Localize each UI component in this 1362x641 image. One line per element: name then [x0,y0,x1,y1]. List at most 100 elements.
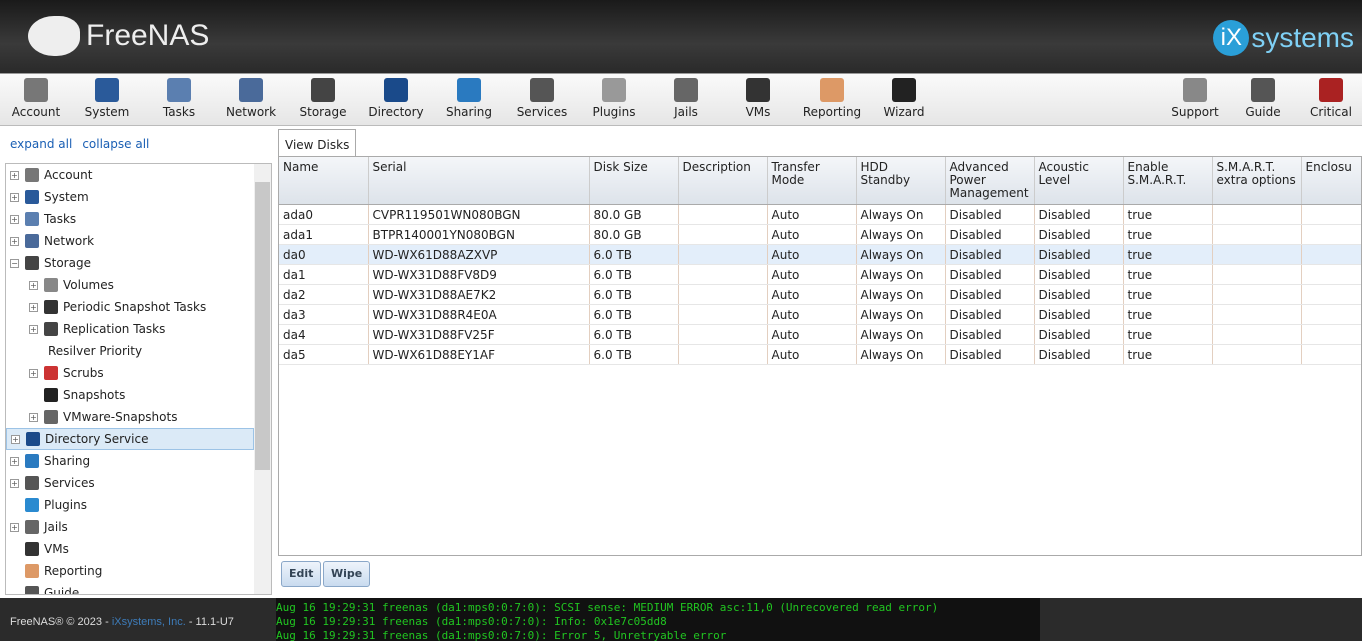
column-header-transfer-mode[interactable]: Transfer Mode [767,157,857,205]
cell-enable-s-m-a-r-t: true [1123,244,1213,265]
expander-icon[interactable]: + [10,522,19,532]
edit-button[interactable]: Edit [281,561,322,587]
expander-icon[interactable]: + [10,214,19,224]
toolbar-critical[interactable]: Critical [1295,78,1362,119]
support-icon [1183,78,1207,102]
table-row[interactable]: da5 WD-WX61D88EY1AF 6.0 TB Auto Always On Dis… [279,344,1361,365]
sidebar-item-reporting[interactable]: Reporting [6,560,254,582]
column-header-hdd-standby[interactable]: HDD Standby [856,157,946,205]
main-panel: View Disks Name Serial Disk Size Descriptio… [278,126,1362,598]
expander-icon[interactable]: + [29,412,38,422]
expander-icon[interactable]: − [10,258,19,268]
sidebar-item-network[interactable]: + Network [6,230,254,252]
expander-icon[interactable]: + [10,236,19,246]
toolbar-sharing[interactable]: Sharing [433,78,505,119]
freenas-logo[interactable]: FreeNAS [28,16,209,56]
cell-name: da5 [279,344,369,365]
expander-icon[interactable]: + [10,170,19,180]
column-header-enable-s-m-a-r-t[interactable]: Enable S.M.A.R.T. [1123,157,1213,205]
expander-icon[interactable]: + [29,324,38,334]
expander-icon[interactable]: + [10,456,19,466]
toolbar-account[interactable]: Account [0,78,72,119]
sidebar-item-directory-service[interactable]: + Directory Service [6,428,254,450]
sidebar-item-services[interactable]: + Services [6,472,254,494]
table-row[interactable]: da2 WD-WX31D88AE7K2 6.0 TB Auto Always On Dis… [279,284,1361,305]
cell-serial: WD-WX31D88R4E0A [368,304,590,325]
sharing-icon [457,78,481,102]
sidebar-item-scrubs[interactable]: + Scrubs [6,362,254,384]
toolbar-services[interactable]: Services [506,78,578,119]
sidebar-item-resilver-priority[interactable]: Resilver Priority [6,340,254,362]
table-row[interactable]: da4 WD-WX31D88FV25F 6.0 TB Auto Always On Dis… [279,324,1361,345]
cell-description [678,284,768,305]
cell-transfer-mode: Auto [767,304,857,325]
sidebar-item-account[interactable]: + Account [6,164,254,186]
sidebar-item-plugins[interactable]: Plugins [6,494,254,516]
sidebar-item-volumes[interactable]: + Volumes [6,274,254,296]
column-header-acoustic-level[interactable]: Acoustic Level [1034,157,1124,205]
table-row[interactable]: da3 WD-WX31D88R4E0A 6.0 TB Auto Always On Dis… [279,304,1361,325]
sharing-icon [25,454,39,468]
toolbar-storage[interactable]: Storage [287,78,359,119]
table-row[interactable]: da0 WD-WX61D88AZXVP 6.0 TB Auto Always On Dis… [279,244,1361,265]
guide-icon [25,586,39,594]
cell-hdd-standby: Always On [856,224,946,245]
sidebar-item-vmware-snapshots[interactable]: + VMware-Snapshots [6,406,254,428]
column-header-advanced-power-management[interactable]: Advanced Power Management [945,157,1035,205]
column-header-name[interactable]: Name [279,157,369,205]
expander-icon[interactable]: + [29,302,38,312]
cell-serial: WD-WX61D88EY1AF [368,344,590,365]
sidebar-item-guide[interactable]: Guide [6,582,254,594]
sidebar-item-sharing[interactable]: + Sharing [6,450,254,472]
sidebar-item-replication-tasks[interactable]: + Replication Tasks [6,318,254,340]
toolbar-guide[interactable]: Guide [1227,78,1299,119]
cell-acoustic-level: Disabled [1034,324,1124,345]
table-row[interactable]: da1 WD-WX31D88FV8D9 6.0 TB Auto Always On Dis… [279,264,1361,285]
sidebar-item-storage[interactable]: − Storage [6,252,254,274]
table-row[interactable]: ada1 BTPR140001YN080BGN 80.0 GB Auto Always … [279,224,1361,245]
wipe-button[interactable]: Wipe [323,561,371,587]
sidebar-item-tasks[interactable]: + Tasks [6,208,254,230]
toolbar-network[interactable]: Network [215,78,287,119]
collapse-all-link[interactable]: collapse all [82,137,149,151]
cell-enclosu [1301,264,1361,285]
sidebar: expand all collapse all + Account + System + T… [0,126,276,598]
column-header-disk-size[interactable]: Disk Size [589,157,679,205]
expander-icon[interactable]: + [29,368,38,378]
cell-serial: WD-WX31D88AE7K2 [368,284,590,305]
expand-all-link[interactable]: expand all [10,137,72,151]
cell-disk-size: 6.0 TB [589,284,679,305]
sidebar-item-snapshots[interactable]: Snapshots [6,384,254,406]
tree-scrollbar[interactable] [254,164,271,594]
table-row[interactable]: ada0 CVPR119501WN080BGN 80.0 GB Auto Always … [279,204,1361,225]
column-header-serial[interactable]: Serial [368,157,590,205]
sidebar-item-vms[interactable]: VMs [6,538,254,560]
toolbar-plugins[interactable]: Plugins [578,78,650,119]
sidebar-item-system[interactable]: + System [6,186,254,208]
sidebar-item-jails[interactable]: + Jails [6,516,254,538]
toolbar-tasks[interactable]: Tasks [143,78,215,119]
column-header-enclosu[interactable]: Enclosu [1301,157,1361,205]
cell-enclosu [1301,324,1361,345]
toolbar-vms[interactable]: VMs [722,78,794,119]
toolbar-jails[interactable]: Jails [650,78,722,119]
account-icon [24,78,48,102]
toolbar-wizard[interactable]: Wizard [868,78,940,119]
toolbar-reporting[interactable]: Reporting [796,78,868,119]
toolbar-system[interactable]: System [71,78,143,119]
cell-hdd-standby: Always On [856,264,946,285]
toolbar-support[interactable]: Support [1159,78,1231,119]
company-link[interactable]: iXsystems, Inc. [112,616,186,628]
column-header-s-m-a-r-t-extra-options[interactable]: S.M.A.R.T. extra options [1212,157,1302,205]
services-icon [530,78,554,102]
expander-icon[interactable]: + [10,478,19,488]
expander-icon[interactable]: + [10,192,19,202]
toolbar-directory[interactable]: Directory [360,78,432,119]
column-header-description[interactable]: Description [678,157,768,205]
cell-serial: WD-WX31D88FV25F [368,324,590,345]
expander-icon[interactable]: + [29,280,38,290]
tab-view-disks[interactable]: View Disks [278,129,357,157]
sidebar-item-periodic-snapshot-tasks[interactable]: + Periodic Snapshot Tasks [6,296,254,318]
ixsystems-logo[interactable]: iX systems [1213,20,1354,56]
expander-icon[interactable]: + [11,434,20,444]
